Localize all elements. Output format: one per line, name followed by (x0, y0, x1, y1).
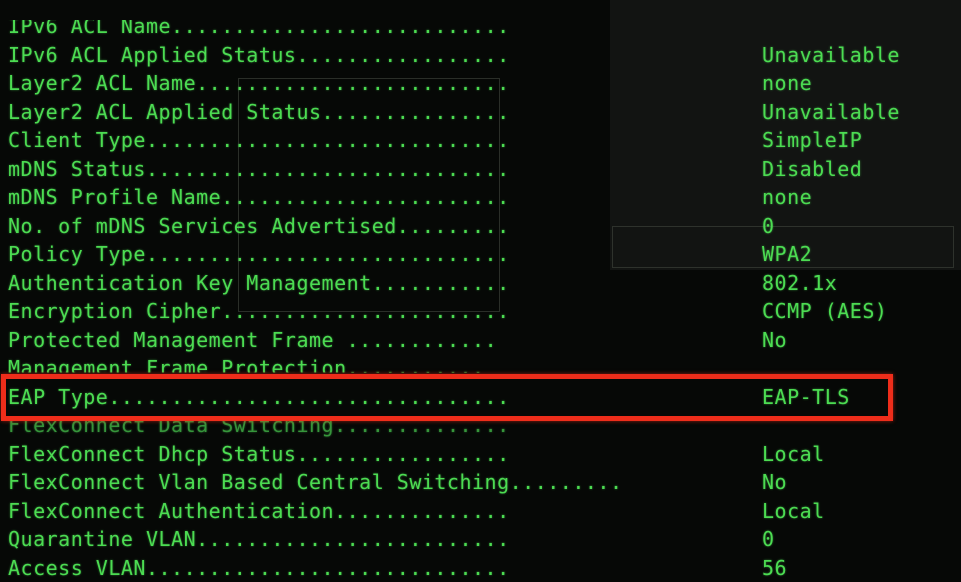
terminal-line: Encryption Cipher.......................… (8, 297, 887, 326)
terminal-line: No. of mDNS Services Advertised.........… (8, 212, 774, 241)
terminal-line: Authentication Key Management...........… (8, 269, 837, 298)
line-key: Encryption Cipher....................... (8, 299, 510, 323)
line-key: No. of mDNS Services Advertised......... (8, 213, 510, 238)
line-value: No (762, 327, 788, 352)
line-key: Client Type............................. (8, 128, 510, 152)
line-key: Authentication Key Management........... (8, 270, 510, 295)
terminal-line: IPv6 ACL Name...........................… (8, 14, 623, 41)
terminal-line: Layer2 ACL Name.........................… (8, 69, 812, 98)
line-value: none (762, 71, 813, 95)
line-value: 56 (762, 555, 788, 580)
line-value: 0 (762, 213, 775, 238)
line-value: 802.1x (762, 270, 838, 295)
terminal-line: Layer2 ACL Applied Status...............… (8, 98, 899, 127)
line-key: Policy Type............................. (8, 242, 510, 266)
line-value: CCMP (AES) (762, 299, 888, 323)
line-value: WPA2 (762, 242, 813, 266)
line-value: 0 (762, 527, 775, 551)
eap-type-highlight-box (1, 374, 893, 421)
line-key: IPv6 ACL Name........................... (8, 14, 510, 38)
line-key: FlexConnect Authentication.............. (8, 498, 510, 523)
terminal-line: IPv6 ACL Applied Status.................… (8, 41, 899, 70)
line-value: Disabled (762, 156, 863, 181)
line-key: mDNS Status............................. (8, 156, 510, 181)
line-value: Local (762, 441, 825, 466)
terminal-line: Client Type.............................… (8, 126, 862, 155)
line-key: Quarantine VLAN......................... (8, 527, 510, 551)
terminal-line: Quarantine VLAN.........................… (8, 525, 774, 554)
terminal-line: Access VLAN.............................… (8, 554, 787, 582)
terminal-line: mDNS Profile Name.......................… (8, 183, 812, 212)
terminal-line: mDNS Status.............................… (8, 155, 862, 184)
line-key: Protected Management Frame ............ (8, 327, 498, 352)
terminal-output: IPv6 ACL Name...........................… (8, 12, 899, 582)
terminal-line: Policy Type.............................… (8, 240, 812, 269)
terminal-line: FlexConnect Authentication..............… (8, 497, 824, 526)
line-key: mDNS Profile Name....................... (8, 185, 510, 209)
line-key: FlexConnect Dhcp Status................. (8, 441, 510, 466)
line-value: Unavailable (762, 42, 900, 67)
line-key: FlexConnect Vlan Based Central Switching… (8, 470, 623, 494)
line-value: SimpleIP (762, 128, 863, 152)
line-value: Unavailable (762, 99, 900, 124)
line-value: none (762, 185, 813, 209)
terminal-line: FlexConnect Dhcp Status.................… (8, 440, 824, 469)
line-value: Local (762, 498, 825, 523)
line-key: IPv6 ACL Applied Status................. (8, 42, 510, 67)
line-key: Layer2 ACL Name......................... (8, 71, 510, 95)
terminal-window: IPv6 ACL Name...........................… (0, 0, 961, 582)
line-key: Access VLAN............................. (8, 555, 510, 580)
line-value: No (762, 470, 788, 494)
terminal-line: Protected Management Frame ............ N… (8, 326, 787, 355)
line-key: Layer2 ACL Applied Status............... (8, 99, 510, 124)
terminal-line: FlexConnect Vlan Based Central Switching… (8, 468, 787, 497)
